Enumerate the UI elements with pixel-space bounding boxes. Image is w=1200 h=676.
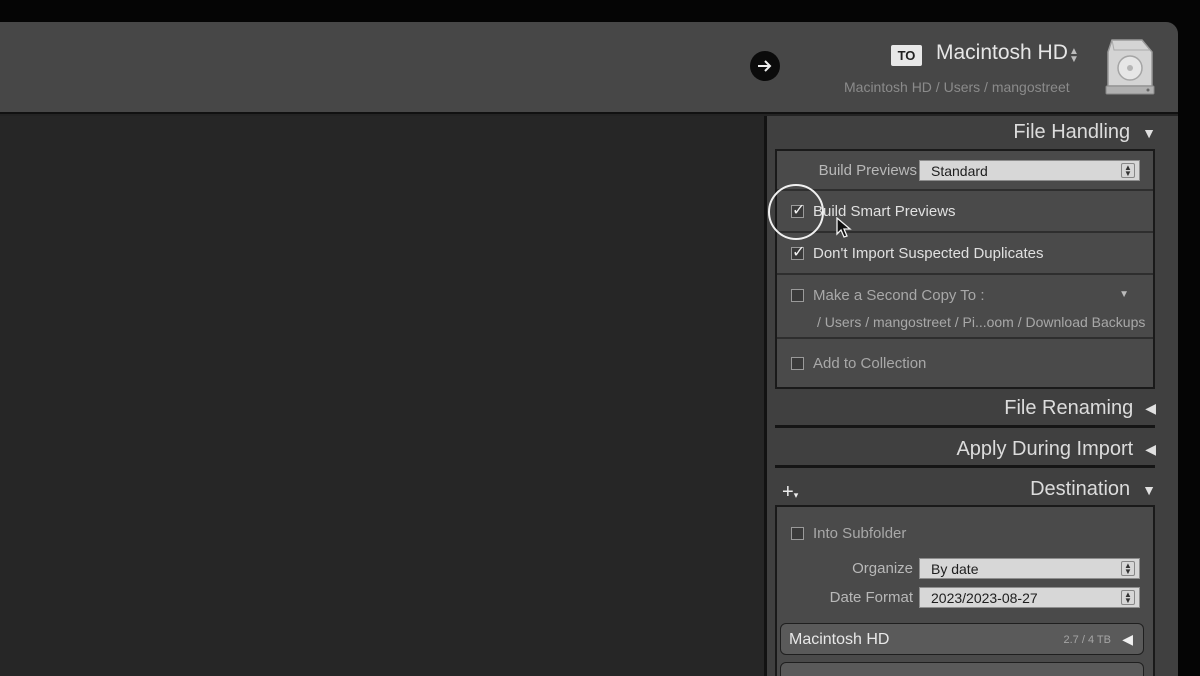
triangle-left-icon[interactable]: ◀ xyxy=(1122,631,1133,648)
triangle-left-icon: ◀ xyxy=(1145,400,1156,416)
destination-header[interactable]: Destination ▼ xyxy=(1030,478,1156,501)
volume-size: 2.7 / 4 TB xyxy=(1063,634,1112,646)
add-folder-plus-icon[interactable]: +▾ xyxy=(782,481,798,504)
subfolder-organize-group: Into Subfolder Organize By date ▲ ▼ Date … xyxy=(777,507,1153,617)
apply-during-import-title: Apply During Import xyxy=(956,438,1134,460)
dont-import-duplicates-label: Don't Import Suspected Duplicates xyxy=(813,245,1044,262)
arrow-right-icon[interactable] xyxy=(750,51,780,81)
second-copy-path: / Users / mangostreet / Pi...oom / Downl… xyxy=(817,314,1146,330)
volume-row-macintosh-hd[interactable]: Macintosh HD 2.7 / 4 TB ◀ xyxy=(780,623,1144,655)
into-subfolder-checkbox[interactable] xyxy=(791,527,804,540)
mouse-pointer-icon xyxy=(836,216,852,239)
volume-name: Macintosh HD xyxy=(789,631,890,648)
click-highlight-ring xyxy=(768,184,824,240)
dont-import-duplicates-row[interactable]: Don't Import Suspected Duplicates xyxy=(777,233,1153,275)
destination-path: Macintosh HD / Users / mangostreet xyxy=(844,79,1070,95)
divider xyxy=(775,425,1155,428)
build-previews-select[interactable]: Standard ▲ ▼ xyxy=(919,160,1140,181)
apply-during-import-header[interactable]: Apply During Import ◀ xyxy=(956,438,1156,461)
triangle-down-icon: ▼ xyxy=(1142,124,1156,141)
select-updown-icon: ▲ ▼ xyxy=(1121,163,1135,178)
triangle-down-icon: ▼ xyxy=(1142,481,1156,498)
volume-row-partial[interactable] xyxy=(780,662,1144,676)
organize-label: Organize xyxy=(852,560,913,577)
date-format-value: 2023/2023-08-27 xyxy=(931,590,1038,606)
date-format-label: Date Format xyxy=(829,589,913,606)
build-previews-value: Standard xyxy=(931,163,988,179)
dropdown-arrow-icon[interactable]: ▼ xyxy=(1119,289,1129,300)
build-previews-label: Build Previews xyxy=(818,162,917,179)
second-copy-row[interactable]: Make a Second Copy To : ▼ / Users / mang… xyxy=(777,275,1153,339)
add-to-collection-label: Add to Collection xyxy=(813,355,927,372)
build-smart-previews-label: Build Smart Previews xyxy=(813,203,956,220)
dont-import-duplicates-checkbox[interactable] xyxy=(791,242,805,262)
file-handling-header[interactable]: File Handling ▼ xyxy=(1013,121,1156,144)
triangle-left-icon: ◀ xyxy=(1145,441,1156,457)
import-topbar: TO Macintosh HD ▲ ▼ Macintosh HD / Users … xyxy=(0,22,1178,114)
to-badge: TO xyxy=(891,45,922,66)
add-to-collection-row[interactable]: Add to Collection xyxy=(777,339,1153,387)
file-renaming-header[interactable]: File Renaming ◀ xyxy=(1004,397,1156,420)
source-grid-area xyxy=(0,116,764,676)
updown-chevron-icon[interactable]: ▲ ▼ xyxy=(1069,47,1079,65)
build-previews-row: Build Previews Standard ▲ ▼ xyxy=(777,151,1153,191)
into-subfolder-label: Into Subfolder xyxy=(813,525,907,542)
file-handling-box: Build Previews Standard ▲▼ Build Smart P… xyxy=(775,149,1155,389)
second-copy-label: Make a Second Copy To : xyxy=(813,287,985,304)
build-smart-previews-row[interactable]: Build Smart Previews xyxy=(777,191,1153,233)
second-copy-checkbox[interactable] xyxy=(791,289,804,302)
file-handling-title: File Handling xyxy=(1013,121,1131,143)
hard-drive-icon xyxy=(1102,38,1158,96)
select-updown-icon: ▲ ▼ xyxy=(1121,561,1135,576)
add-to-collection-checkbox[interactable] xyxy=(791,357,804,370)
organize-select[interactable]: By date ▲ ▼ xyxy=(919,558,1140,579)
organize-value: By date xyxy=(931,561,979,577)
destination-volume-selector[interactable]: Macintosh HD xyxy=(936,41,1068,65)
right-panel: File Handling ▼ Build Previews Standard … xyxy=(764,116,1178,676)
destination-title: Destination xyxy=(1030,478,1131,500)
file-renaming-title: File Renaming xyxy=(1004,397,1134,419)
date-format-select[interactable]: 2023/2023-08-27 ▲ ▼ xyxy=(919,587,1140,608)
select-updown-icon: ▲ ▼ xyxy=(1121,590,1135,605)
divider xyxy=(775,465,1155,468)
